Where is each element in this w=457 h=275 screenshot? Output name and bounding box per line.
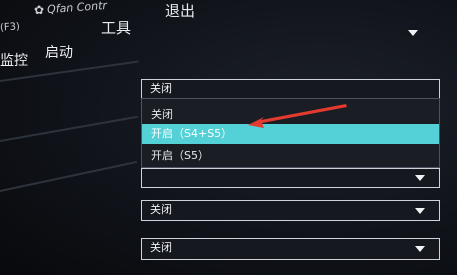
chevron-down-icon	[415, 246, 425, 252]
row2-select[interactable]	[141, 168, 440, 188]
divider	[0, 115, 139, 142]
nav-item-monitor[interactable]: 监控	[0, 50, 28, 70]
menu-item-partial[interactable]: (F3)	[0, 21, 20, 33]
select-value: 关闭	[150, 82, 172, 95]
chevron-down-icon	[408, 30, 418, 36]
brand-label: Qfan Contr	[46, 0, 108, 17]
select-value: 关闭	[150, 203, 172, 216]
top-select[interactable]	[290, 20, 440, 46]
menu-item-tools[interactable]: 工具	[101, 17, 131, 38]
select-value: 关闭	[150, 241, 172, 254]
divider	[0, 160, 138, 192]
chevron-down-icon	[415, 208, 425, 214]
annotation-arrow-icon	[248, 104, 347, 128]
menu-item-exit[interactable]: 退出	[165, 0, 195, 21]
dropdown-option-s5[interactable]: 开启（S5）	[142, 146, 439, 166]
chevron-down-icon	[415, 175, 425, 181]
nav-item-boot[interactable]: 启动	[45, 42, 73, 62]
power-on-select[interactable]: 关闭	[141, 79, 440, 99]
row3-select[interactable]: 关闭	[141, 200, 440, 221]
row4-select[interactable]: 关闭	[141, 238, 440, 260]
fan-icon: ✿	[34, 3, 45, 17]
